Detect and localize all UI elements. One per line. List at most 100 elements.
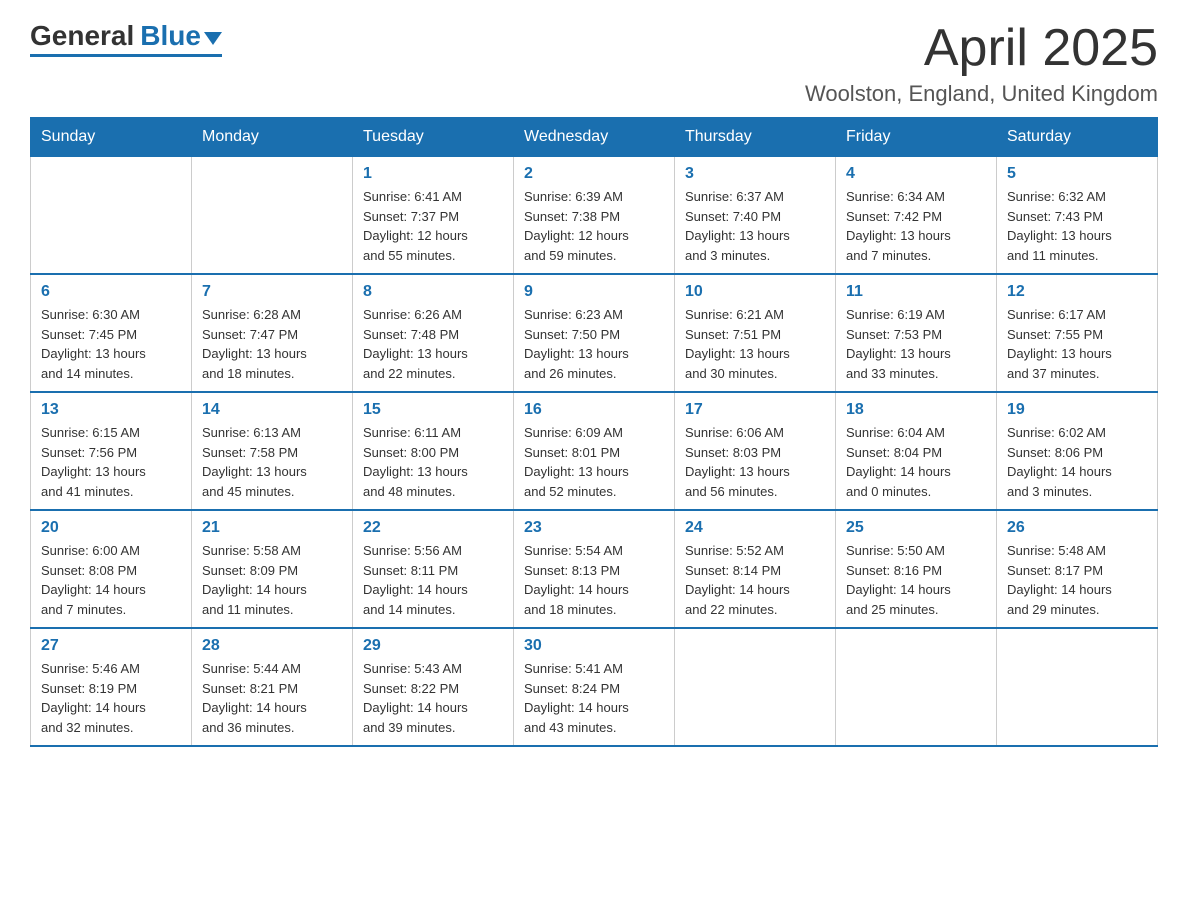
day-info: Sunrise: 6:39 AM Sunset: 7:38 PM Dayligh… [524,187,664,265]
logo-underline [30,54,222,57]
calendar-cell: 23Sunrise: 5:54 AM Sunset: 8:13 PM Dayli… [514,510,675,628]
day-number: 11 [846,283,986,301]
day-number: 8 [363,283,503,301]
day-number: 21 [202,519,342,537]
logo-general: General [30,20,134,52]
day-info: Sunrise: 6:06 AM Sunset: 8:03 PM Dayligh… [685,423,825,501]
day-info: Sunrise: 5:52 AM Sunset: 8:14 PM Dayligh… [685,541,825,619]
day-number: 10 [685,283,825,301]
day-info: Sunrise: 5:41 AM Sunset: 8:24 PM Dayligh… [524,659,664,737]
calendar-cell: 19 Sunrise: 6:02 AM Sunset: 8:06 PM Dayli… [997,392,1158,510]
day-number: 16 [524,401,664,419]
logo-arrow-icon [204,32,222,45]
day-number: 1 [363,165,503,183]
day-info: Sunrise: 6:11 AM Sunset: 8:00 PM Dayligh… [363,423,503,501]
day-info: Sunrise: 5:48 AM Sunset: 8:17 PM Dayligh… [1007,541,1147,619]
calendar-cell: 3Sunrise: 6:37 AM Sunset: 7:40 PM Daylig… [675,157,836,275]
day-number: 26 [1007,519,1147,537]
day-number: 30 [524,637,664,655]
location: Woolston, England, United Kingdom [805,81,1158,107]
calendar-cell: 26 Sunrise: 5:48 AM Sunset: 8:17 PM Dayli… [997,510,1158,628]
calendar-cell: 10Sunrise: 6:21 AM Sunset: 7:51 PM Dayli… [675,274,836,392]
calendar-cell [31,157,192,275]
calendar-cell: 7Sunrise: 6:28 AM Sunset: 7:47 PM Daylig… [192,274,353,392]
day-info: Sunrise: 5:44 AM Sunset: 8:21 PM Dayligh… [202,659,342,737]
day-info: Sunrise: 6:13 AM Sunset: 7:58 PM Dayligh… [202,423,342,501]
header-saturday: Saturday [997,118,1158,157]
day-number: 13 [41,401,181,419]
day-number: 5 [1007,165,1147,183]
calendar-cell [192,157,353,275]
day-number: 2 [524,165,664,183]
day-number: 3 [685,165,825,183]
day-number: 14 [202,401,342,419]
calendar-cell: 28 Sunrise: 5:44 AM Sunset: 8:21 PM Dayli… [192,628,353,746]
day-number: 6 [41,283,181,301]
day-number: 18 [846,401,986,419]
calendar-cell [836,628,997,746]
calendar-cell: 1Sunrise: 6:41 AM Sunset: 7:37 PM Daylig… [353,157,514,275]
week-row-1: 1Sunrise: 6:41 AM Sunset: 7:37 PM Daylig… [31,157,1158,275]
calendar-cell: 25Sunrise: 5:50 AM Sunset: 8:16 PM Dayli… [836,510,997,628]
day-number: 25 [846,519,986,537]
day-info: Sunrise: 6:09 AM Sunset: 8:01 PM Dayligh… [524,423,664,501]
day-number: 12 [1007,283,1147,301]
calendar-cell: 17 Sunrise: 6:06 AM Sunset: 8:03 PM Dayli… [675,392,836,510]
calendar-cell: 11 Sunrise: 6:19 AM Sunset: 7:53 PM Dayli… [836,274,997,392]
month-title: April 2025 [805,20,1158,77]
calendar-cell: 9Sunrise: 6:23 AM Sunset: 7:50 PM Daylig… [514,274,675,392]
day-info: Sunrise: 5:54 AM Sunset: 8:13 PM Dayligh… [524,541,664,619]
day-number: 17 [685,401,825,419]
day-info: Sunrise: 5:43 AM Sunset: 8:22 PM Dayligh… [363,659,503,737]
day-number: 24 [685,519,825,537]
week-row-2: 6 Sunrise: 6:30 AM Sunset: 7:45 PM Daylig… [31,274,1158,392]
day-info: Sunrise: 6:00 AM Sunset: 8:08 PM Dayligh… [41,541,181,619]
day-info: Sunrise: 6:02 AM Sunset: 8:06 PM Dayligh… [1007,423,1147,501]
day-info: Sunrise: 6:23 AM Sunset: 7:50 PM Dayligh… [524,305,664,383]
logo-text: General Blue [30,20,222,52]
logo-blue-text: Blue [140,20,201,52]
calendar-cell: 27 Sunrise: 5:46 AM Sunset: 8:19 PM Dayli… [31,628,192,746]
calendar-cell: 24 Sunrise: 5:52 AM Sunset: 8:14 PM Dayli… [675,510,836,628]
header-wednesday: Wednesday [514,118,675,157]
day-info: Sunrise: 5:46 AM Sunset: 8:19 PM Dayligh… [41,659,181,737]
calendar-cell: 6 Sunrise: 6:30 AM Sunset: 7:45 PM Daylig… [31,274,192,392]
header-row: SundayMondayTuesdayWednesdayThursdayFrid… [31,118,1158,157]
day-number: 22 [363,519,503,537]
day-info: Sunrise: 6:15 AM Sunset: 7:56 PM Dayligh… [41,423,181,501]
calendar-cell: 14 Sunrise: 6:13 AM Sunset: 7:58 PM Dayli… [192,392,353,510]
day-number: 15 [363,401,503,419]
day-number: 27 [41,637,181,655]
calendar-cell: 30 Sunrise: 5:41 AM Sunset: 8:24 PM Dayli… [514,628,675,746]
day-info: Sunrise: 6:17 AM Sunset: 7:55 PM Dayligh… [1007,305,1147,383]
calendar-cell: 4Sunrise: 6:34 AM Sunset: 7:42 PM Daylig… [836,157,997,275]
header-friday: Friday [836,118,997,157]
day-info: Sunrise: 6:19 AM Sunset: 7:53 PM Dayligh… [846,305,986,383]
day-info: Sunrise: 6:32 AM Sunset: 7:43 PM Dayligh… [1007,187,1147,265]
calendar-cell: 18Sunrise: 6:04 AM Sunset: 8:04 PM Dayli… [836,392,997,510]
calendar-cell: 21 Sunrise: 5:58 AM Sunset: 8:09 PM Dayli… [192,510,353,628]
calendar-cell: 8 Sunrise: 6:26 AM Sunset: 7:48 PM Daylig… [353,274,514,392]
day-info: Sunrise: 5:56 AM Sunset: 8:11 PM Dayligh… [363,541,503,619]
week-row-4: 20Sunrise: 6:00 AM Sunset: 8:08 PM Dayli… [31,510,1158,628]
calendar-cell [675,628,836,746]
page-header: General Blue April 2025 Woolston, Englan… [30,20,1158,107]
title-section: April 2025 Woolston, England, United Kin… [805,20,1158,107]
header-monday: Monday [192,118,353,157]
day-info: Sunrise: 6:26 AM Sunset: 7:48 PM Dayligh… [363,305,503,383]
day-number: 19 [1007,401,1147,419]
calendar-cell: 16 Sunrise: 6:09 AM Sunset: 8:01 PM Dayli… [514,392,675,510]
day-info: Sunrise: 6:28 AM Sunset: 7:47 PM Dayligh… [202,305,342,383]
calendar-table: SundayMondayTuesdayWednesdayThursdayFrid… [30,117,1158,747]
day-number: 28 [202,637,342,655]
calendar-cell: 12 Sunrise: 6:17 AM Sunset: 7:55 PM Dayli… [997,274,1158,392]
calendar-cell: 29 Sunrise: 5:43 AM Sunset: 8:22 PM Dayli… [353,628,514,746]
calendar-cell: 20Sunrise: 6:00 AM Sunset: 8:08 PM Dayli… [31,510,192,628]
calendar-cell: 2 Sunrise: 6:39 AM Sunset: 7:38 PM Daylig… [514,157,675,275]
day-info: Sunrise: 6:30 AM Sunset: 7:45 PM Dayligh… [41,305,181,383]
header-thursday: Thursday [675,118,836,157]
day-number: 29 [363,637,503,655]
day-info: Sunrise: 5:58 AM Sunset: 8:09 PM Dayligh… [202,541,342,619]
calendar-cell: 22 Sunrise: 5:56 AM Sunset: 8:11 PM Dayli… [353,510,514,628]
calendar-cell: 13 Sunrise: 6:15 AM Sunset: 7:56 PM Dayli… [31,392,192,510]
